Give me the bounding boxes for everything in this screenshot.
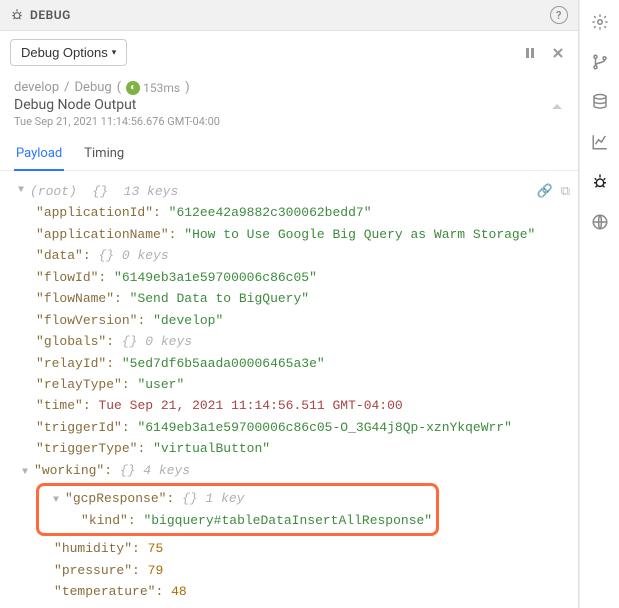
side-rail [579,0,619,608]
panel-title: DEBUG [30,8,71,22]
kv-flowVersion[interactable]: "flowVersion": "develop" [8,310,570,331]
pause-icon[interactable] [520,43,540,63]
panel-header: DEBUG ? [0,0,578,31]
close-icon[interactable] [548,43,568,63]
root-braces: {} [92,181,108,202]
kv-applicationName[interactable]: "applicationName": "How to Use Google Bi… [8,224,570,245]
database-icon[interactable] [588,90,612,114]
debug-options-dropdown[interactable]: Debug Options ▾ [10,39,127,66]
branch-icon[interactable] [588,50,612,74]
help-icon[interactable]: ? [550,6,568,24]
kv-applicationId[interactable]: "applicationId": "612ee42a9882c300062bed… [8,202,570,223]
kv-triggerId[interactable]: "triggerId": "6149eb3a1e59700006c86c05-O… [8,417,570,438]
kv-humidity[interactable]: "humidity": 75 [8,538,570,559]
kv-globals[interactable]: "globals": {} 0 keys [8,331,570,352]
highlight-gcp-response: ▼"gcpResponse": {} 1 key "kind": "bigque… [36,483,439,536]
kv-triggerType[interactable]: "triggerType": "virtualButton" [8,438,570,459]
clock-badge-icon: ◐ [126,81,140,95]
toolbar: Debug Options ▾ [0,31,578,74]
kv-flowId[interactable]: "flowId": "6149eb3a1e59700006c86c05" [8,267,570,288]
bug-icon [10,8,24,22]
kv-pressure[interactable]: "pressure": 79 [8,560,570,581]
copy-icon[interactable]: ⧉ [561,181,570,202]
root-count: 13 keys [124,181,179,202]
kv-temperature[interactable]: "temperature": 48 [8,581,570,602]
json-root[interactable]: ▼ (root) {} 13 keys 🔗 ⧉ [8,181,570,202]
breadcrumb-app: develop [14,80,59,95]
breadcrumb-ms: 153ms [143,81,180,95]
node-title: Debug Node Output [14,97,564,113]
meta-block: develop / Debug ( ◐ 153ms ) Debug Node O… [0,74,578,138]
kv-flowName[interactable]: "flowName": "Send Data to BigQuery" [8,288,570,309]
collapse-up-icon[interactable] [550,96,564,115]
debug-options-label: Debug Options [21,45,108,60]
kv-working[interactable]: ▼"working": {} 4 keys [8,460,570,482]
kv-relayId[interactable]: "relayId": "5ed7df6b5aada00006465a3e" [8,353,570,374]
root-label: (root) [30,181,77,202]
kv-relayType[interactable]: "relayType": "user" [8,374,570,395]
kv-data[interactable]: "data": {} 0 keys [8,245,570,266]
globe-icon[interactable] [588,210,612,234]
kv-gcpResponse[interactable]: ▼"gcpResponse": {} 1 key [39,488,432,510]
breadcrumb: develop / Debug ( ◐ 153ms ) [14,80,564,95]
breadcrumb-node: Debug [75,80,112,95]
link-icon[interactable]: 🔗 [537,181,553,202]
timestamp: Tue Sep 21, 2021 11:14:56.676 GMT-04:00 [14,115,564,128]
gear-icon[interactable] [588,10,612,34]
kv-kind[interactable]: "kind": "bigquery#tableDataInsertAllResp… [39,510,432,531]
bug-rail-icon[interactable] [588,170,612,194]
tab-payload[interactable]: Payload [14,138,64,171]
kv-time[interactable]: "time": Tue Sep 21, 2021 11:14:56.511 GM… [8,395,570,416]
caret-down-icon: ▾ [112,47,117,58]
tab-timing[interactable]: Timing [82,138,126,170]
tabs: Payload Timing [0,138,578,171]
payload-view: ▼ (root) {} 13 keys 🔗 ⧉ "applicationId":… [0,171,578,608]
chart-icon[interactable] [588,130,612,154]
